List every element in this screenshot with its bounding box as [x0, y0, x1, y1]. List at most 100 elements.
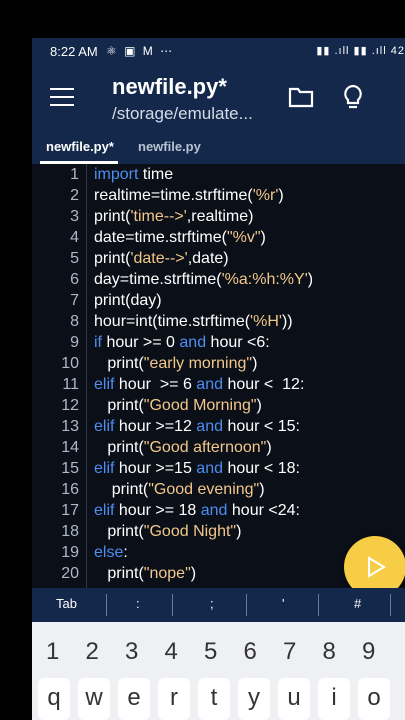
code-token: )	[190, 565, 197, 582]
extra-key[interactable]: #	[354, 596, 361, 611]
code-token: ,date)	[187, 250, 229, 267]
letter-key[interactable]: r	[158, 678, 190, 720]
code-line[interactable]: 10 print("early morning")	[32, 353, 405, 374]
code-token: hour < 15:	[223, 418, 300, 435]
code-line[interactable]: 18 print("Good Night")	[32, 521, 405, 542]
code-line[interactable]: 8 hour=int(time.strftime('%H'))	[32, 311, 405, 332]
code-line[interactable]: 3 print('time-->',realtime)	[32, 206, 405, 227]
code-line[interactable]: 9 if hour >= 0 and hour <6:	[32, 332, 405, 353]
string-token: "Good Morning"	[143, 397, 257, 414]
code-text: print("Good Night")	[94, 521, 241, 542]
code-line[interactable]: 17 elif hour >= 18 and hour <24:	[32, 500, 405, 521]
code-text: import time	[94, 164, 173, 185]
code-text: elif hour >= 18 and hour <24:	[94, 500, 300, 521]
code-token: hour <6:	[206, 334, 270, 351]
code-token: hour >= 18	[114, 502, 201, 519]
code-token: print(	[94, 481, 149, 498]
play-icon	[368, 556, 386, 578]
number-key[interactable]: 3	[125, 638, 138, 666]
code-editor[interactable]: 1 import time 2 realtime=time.strftime('%r'…	[32, 164, 405, 588]
code-text: print('date-->',date)	[94, 248, 229, 269]
line-number: 8	[70, 313, 79, 330]
key-separator	[246, 594, 247, 616]
string-token: "Good afternoon"	[143, 439, 267, 456]
keyword-token: and	[196, 418, 223, 435]
code-text: elif hour >= 6 and hour < 12:	[94, 374, 304, 395]
extra-key[interactable]: :	[136, 596, 140, 611]
tab-newfile-modified[interactable]: newfile.py*	[46, 139, 114, 154]
code-line[interactable]: 7 print(day)	[32, 290, 405, 311]
extra-key[interactable]: '	[282, 596, 284, 611]
line-number: 13	[61, 418, 79, 435]
line-number: 18	[61, 523, 79, 540]
code-line[interactable]: 16 print("Good evening")	[32, 479, 405, 500]
code-line[interactable]: 14 print("Good afternoon")	[32, 437, 405, 458]
number-key[interactable]: 6	[244, 638, 257, 666]
string-token: '%a:%h:%Y'	[221, 271, 308, 288]
string-token: "nope"	[143, 565, 191, 582]
number-key[interactable]: 7	[283, 638, 296, 666]
code-line[interactable]: 12 print("Good Morning")	[32, 395, 405, 416]
code-line[interactable]: 1 import time	[32, 164, 405, 185]
signal-battery-icons: ▮▮ .ıll ▮▮ .ıll 42	[316, 45, 405, 57]
code-text: if hour >= 0 and hour <6:	[94, 332, 270, 353]
code-line[interactable]: 2 realtime=time.strftime('%r')	[32, 185, 405, 206]
letter-key[interactable]: e	[118, 678, 150, 720]
code-text: elif hour >=12 and hour < 15:	[94, 416, 300, 437]
code-token: print(	[94, 355, 144, 372]
string-token: 'date-->'	[130, 250, 188, 267]
tab-newfile[interactable]: newfile.py	[138, 139, 201, 154]
code-line[interactable]: 5 print('date-->',date)	[32, 248, 405, 269]
letter-key[interactable]: t	[198, 678, 230, 720]
string-token: "early morning"	[143, 355, 253, 372]
letter-key[interactable]: w	[78, 678, 110, 720]
line-number: 11	[62, 376, 79, 393]
number-key[interactable]: 1	[46, 638, 59, 666]
keyword-token: and	[196, 376, 223, 393]
number-key[interactable]: 9	[362, 638, 375, 666]
line-number: 15	[61, 460, 79, 477]
number-key[interactable]: 5	[204, 638, 217, 666]
code-token: )	[259, 481, 265, 498]
number-key[interactable]: 4	[165, 638, 178, 666]
code-text: print("nope")	[94, 563, 196, 584]
letter-key[interactable]: q	[38, 678, 70, 720]
line-number: 4	[70, 229, 79, 246]
string-token: "Good Night"	[143, 523, 237, 540]
letter-key[interactable]: o	[358, 678, 390, 720]
code-token: :	[123, 544, 128, 561]
code-line[interactable]: 15 elif hour >=15 and hour < 18:	[32, 458, 405, 479]
letter-key[interactable]: u	[278, 678, 310, 720]
line-number: 20	[61, 565, 79, 582]
app-screen: 8:22 AM ⚛ ▣ M ⋯ ▮▮ .ıll ▮▮ .ıll 42 newfi…	[32, 38, 405, 720]
extra-key[interactable]: Tab	[56, 596, 77, 611]
menu-icon[interactable]	[50, 88, 74, 106]
lightbulb-icon[interactable]	[342, 84, 364, 115]
code-line[interactable]: 13 elif hour >=12 and hour < 15:	[32, 416, 405, 437]
code-token: hour >=15	[114, 460, 197, 477]
code-text: print("Good afternoon")	[94, 437, 271, 458]
key-separator	[318, 594, 319, 616]
code-token: date=time.strftime(	[94, 229, 227, 246]
string-token: '%r'	[252, 187, 279, 204]
string-token: '%H'	[250, 313, 282, 330]
number-key[interactable]: 2	[86, 638, 99, 666]
number-key[interactable]: 8	[323, 638, 336, 666]
code-token: print(	[94, 208, 131, 225]
code-line[interactable]: 4 date=time.strftime("%v")	[32, 227, 405, 248]
code-token: )	[307, 271, 314, 288]
code-line[interactable]: 6 day=time.strftime('%a:%h:%Y')	[32, 269, 405, 290]
code-line[interactable]: 11 elif hour >= 6 and hour < 12:	[32, 374, 405, 395]
line-number: 12	[61, 397, 79, 414]
line-number: 19	[61, 544, 79, 561]
letter-key[interactable]: i	[318, 678, 350, 720]
code-token: )	[252, 355, 258, 372]
file-title: newfile.py*	[112, 74, 227, 99]
keyword-token: elif	[94, 418, 115, 435]
code-token: print(	[94, 523, 144, 540]
extra-key[interactable]: ;	[210, 596, 214, 611]
file-path: /storage/emulate...	[112, 104, 253, 123]
folder-icon[interactable]	[288, 86, 314, 113]
code-text: elif hour >=15 and hour < 18:	[94, 458, 300, 479]
letter-key[interactable]: y	[238, 678, 270, 720]
